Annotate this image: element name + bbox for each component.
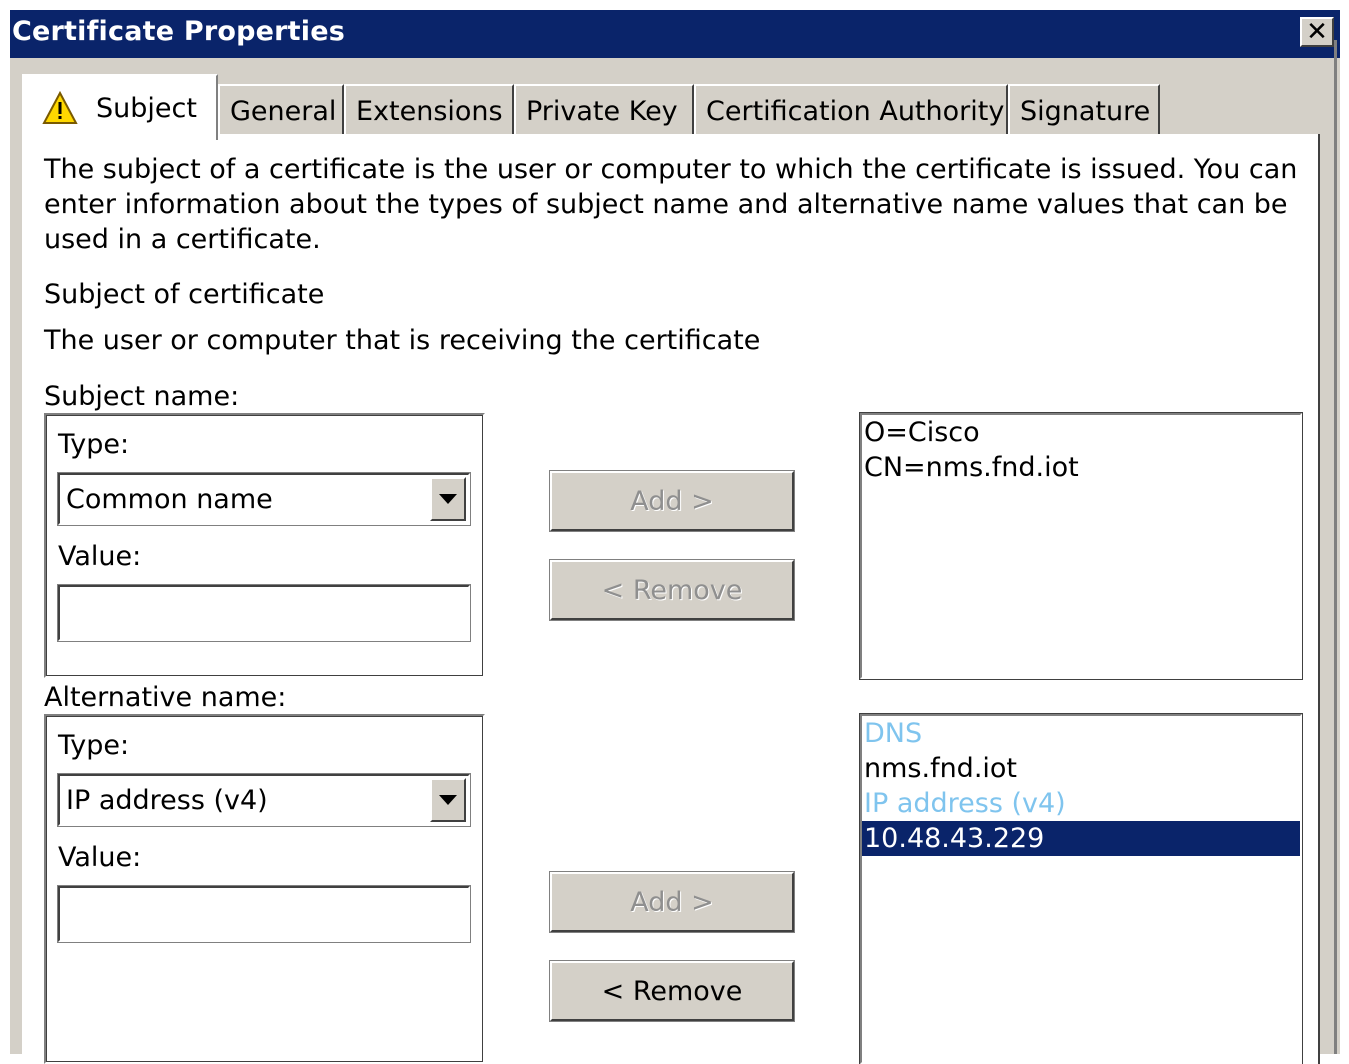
tab-subject[interactable]: Subject [22, 74, 218, 140]
tab-label: Subject [96, 92, 197, 124]
chevron-down-icon[interactable] [430, 778, 466, 822]
close-button[interactable]: ✕ [1300, 17, 1334, 47]
list-item-selected[interactable]: 10.48.43.229 [862, 821, 1300, 856]
subject-add-button[interactable]: Add > [549, 470, 795, 532]
subject-heading: Subject of certificate [44, 279, 325, 310]
alt-value-input[interactable] [57, 885, 471, 943]
subject-name-group: Type: Common name Value: [44, 413, 485, 678]
intro-text: The subject of a certificate is the user… [44, 154, 1298, 255]
tab-label: General [230, 95, 337, 127]
alt-type-select[interactable]: IP address (v4) [57, 773, 471, 827]
list-item[interactable]: O=Cisco [862, 415, 1300, 450]
alt-type-value: IP address (v4) [66, 784, 268, 816]
tab-private-key[interactable]: Private Key [514, 84, 694, 136]
list-item[interactable]: CN=nms.fnd.iot [862, 450, 1300, 485]
alt-remove-button[interactable]: < Remove [549, 960, 795, 1022]
subject-value-input[interactable] [57, 584, 471, 642]
tab-certification-authority[interactable]: Certification Authority [694, 84, 1008, 136]
subject-name-list[interactable]: O=Cisco CN=nms.fnd.iot [859, 412, 1303, 680]
window-title: Certificate Properties [12, 16, 346, 47]
tab-extensions[interactable]: Extensions [344, 84, 514, 136]
list-group-header: IP address (v4) [864, 788, 1066, 819]
alt-type-label: Type: [58, 730, 130, 761]
tab-label: Extensions [356, 95, 503, 127]
subject-description: The user or computer that is receiving t… [44, 325, 761, 356]
subject-type-label: Type: [58, 429, 130, 460]
close-icon: ✕ [1306, 17, 1328, 47]
tab-label: Signature [1020, 95, 1151, 127]
tab-general[interactable]: General [218, 84, 344, 136]
subject-value-label: Value: [58, 541, 142, 572]
tab-label: Certification Authority [706, 95, 1005, 127]
window-edge [1334, 40, 1337, 1054]
warning-icon [42, 91, 78, 124]
title-bar[interactable]: Certificate Properties ✕ [10, 10, 1340, 58]
alternative-name-group: Type: IP address (v4) Value: [44, 714, 485, 1064]
list-item[interactable]: nms.fnd.iot [862, 751, 1300, 786]
tab-label: Private Key [526, 95, 678, 127]
subject-type-value: Common name [66, 483, 273, 515]
alternative-name-list[interactable]: DNS nms.fnd.iot IP address (v4) 10.48.43… [859, 713, 1303, 1064]
tab-signature[interactable]: Signature [1008, 84, 1160, 136]
list-group-header: DNS [864, 718, 923, 749]
subject-type-select[interactable]: Common name [57, 472, 471, 526]
chevron-down-icon[interactable] [430, 477, 466, 521]
alt-value-label: Value: [58, 842, 142, 873]
alt-add-button[interactable]: Add > [549, 871, 795, 933]
subject-name-label: Subject name: [44, 381, 240, 412]
subject-remove-button[interactable]: < Remove [549, 559, 795, 621]
alternative-name-label: Alternative name: [44, 682, 287, 713]
tab-strip: Subject General Extensions Private Key C… [14, 70, 1174, 140]
